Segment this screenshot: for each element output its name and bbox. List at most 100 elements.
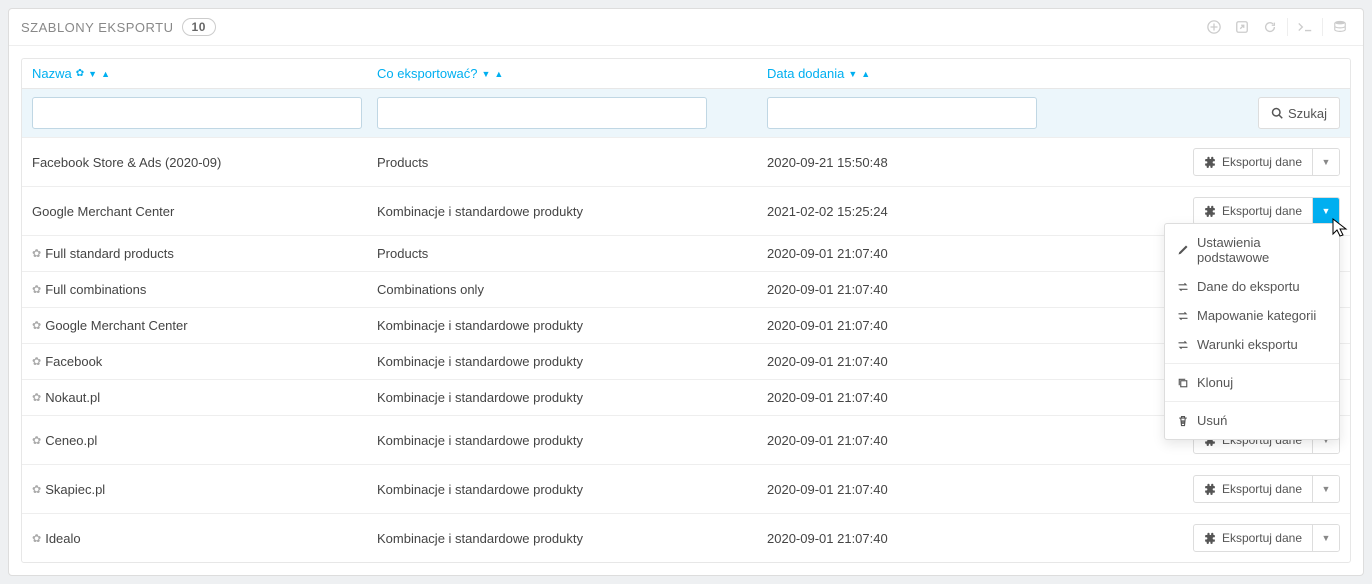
cell-date: 2020-09-01 21:07:40 [767, 390, 1127, 405]
export-button[interactable]: Eksportuj dane [1194, 476, 1313, 502]
cell-date: 2021-02-02 15:25:24 [767, 204, 1127, 219]
cell-date: 2020-09-01 21:07:40 [767, 433, 1127, 448]
cell-date: 2020-09-01 21:07:40 [767, 246, 1127, 261]
column-name-label: Nazwa [32, 66, 72, 81]
menu-item-label: Klonuj [1197, 375, 1233, 390]
export-button[interactable]: Eksportuj dane [1194, 525, 1313, 551]
filter-row: Szukaj [22, 88, 1350, 137]
export-button[interactable]: Eksportuj dane [1194, 149, 1313, 175]
column-header-date[interactable]: Data dodania ▼ ▲ [767, 66, 1127, 81]
filter-date-input[interactable] [767, 97, 1037, 129]
gear-icon: ✿ [76, 68, 84, 79]
system-gear-icon: ✿ [32, 434, 41, 447]
system-gear-icon: ✿ [32, 483, 41, 496]
cell-name: ✿Idealo [32, 531, 377, 546]
column-header-action [1127, 66, 1340, 81]
search-button[interactable]: Szukaj [1258, 97, 1340, 129]
cell-name: ✿ Skapiec.pl [32, 482, 377, 497]
row-name-text: Ceneo.pl [45, 433, 97, 448]
refresh-icon[interactable] [1259, 17, 1281, 37]
cell-what: Kombinacje i standardowe produkty [377, 318, 767, 333]
caret-down-icon: ▼ [88, 69, 97, 79]
table-row[interactable]: Facebook Store & Ads (2020-09)Products20… [22, 137, 1350, 186]
table-row[interactable]: ✿FacebookKombinacje i standardowe produk… [22, 343, 1350, 379]
external-link-icon[interactable] [1231, 17, 1253, 37]
menu-basic-settings[interactable]: Ustawienia podstawowe [1165, 228, 1339, 272]
menu-item-label: Usuń [1197, 413, 1227, 428]
export-button-label: Eksportuj dane [1222, 531, 1302, 545]
table-row[interactable]: ✿Full standard productsProducts2020-09-0… [22, 235, 1350, 271]
menu-item-label: Warunki eksportu [1197, 337, 1298, 352]
row-name-text: Skapiec.pl [45, 482, 105, 497]
panel-title-text: SZABLONY EKSPORTU [21, 20, 174, 35]
cell-action: Eksportuj dane ▼ [1127, 197, 1340, 225]
plus-icon[interactable] [1203, 17, 1225, 37]
dropdown-toggle[interactable]: ▼ [1313, 525, 1339, 551]
table-row[interactable]: ✿Nokaut.plKombinacje i standardowe produ… [22, 379, 1350, 415]
cell-date: 2020-09-01 21:07:40 [767, 482, 1127, 497]
dropdown-toggle[interactable]: ▼ [1313, 476, 1339, 502]
export-button-label: Eksportuj dane [1222, 155, 1302, 169]
column-header-what[interactable]: Co eksportować? ▼ ▲ [377, 66, 767, 81]
system-gear-icon: ✿ [32, 319, 41, 332]
menu-item-label: Ustawienia podstawowe [1197, 235, 1327, 265]
menu-item-icon [1177, 310, 1189, 322]
filter-what-input[interactable] [377, 97, 707, 129]
export-button-group: Eksportuj dane ▼ [1193, 475, 1340, 503]
export-button[interactable]: Eksportuj dane [1194, 198, 1313, 224]
database-icon[interactable] [1329, 17, 1351, 37]
terminal-icon[interactable] [1294, 17, 1316, 37]
row-name-text: Full standard products [45, 246, 174, 261]
cell-what: Kombinacje i standardowe produkty [377, 354, 767, 369]
column-header-name[interactable]: Nazwa ✿ ▼ ▲ [32, 66, 377, 81]
caret-up-icon: ▲ [861, 69, 870, 79]
table-row[interactable]: ✿Skapiec.plKombinacje i standardowe prod… [22, 464, 1350, 513]
row-name-text: Full combinations [45, 282, 146, 297]
search-button-label: Szukaj [1288, 106, 1327, 121]
export-button-group: Eksportuj dane ▼ [1193, 197, 1340, 225]
cell-what: Products [377, 246, 767, 261]
cursor-icon [1330, 217, 1348, 239]
dropdown-toggle[interactable]: ▼ [1313, 149, 1339, 175]
menu-item-icon [1177, 244, 1189, 256]
export-button-group: Eksportuj dane ▼ [1193, 148, 1340, 176]
caret-down-icon: ▼ [1322, 533, 1331, 543]
panel-title: SZABLONY EKSPORTU 10 [21, 18, 216, 36]
menu-item-icon [1177, 339, 1189, 351]
panel-header: SZABLONY EKSPORTU 10 [9, 9, 1363, 46]
caret-down-icon: ▼ [848, 69, 857, 79]
menu-clone[interactable]: Klonuj [1165, 368, 1339, 397]
table-row[interactable]: ✿IdealoKombinacje i standardowe produkty… [22, 513, 1350, 562]
puzzle-icon [1204, 156, 1216, 168]
menu-category-mapping[interactable]: Mapowanie kategorii [1165, 301, 1339, 330]
table-row[interactable]: Google Merchant CenterKombinacje i stand… [22, 186, 1350, 235]
cell-action: Eksportuj dane ▼ [1127, 148, 1340, 176]
caret-down-icon: ▼ [1322, 206, 1331, 216]
table-row[interactable]: ✿Full combinationsCombinations only2020-… [22, 271, 1350, 307]
menu-export-data[interactable]: Dane do eksportu [1165, 272, 1339, 301]
export-button-label: Eksportuj dane [1222, 204, 1302, 218]
cell-name: ✿Nokaut.pl [32, 390, 377, 405]
table-row[interactable]: ✿ Google Merchant Center Kombinacje i stan… [22, 307, 1350, 343]
row-name-text: Idealo [45, 531, 80, 546]
menu-item-label: Dane do eksportu [1197, 279, 1300, 294]
count-badge: 10 [182, 18, 216, 36]
cell-name: ✿ Google Merchant Center [32, 318, 377, 333]
search-icon [1271, 107, 1283, 119]
menu-export-conditions[interactable]: Warunki eksportu [1165, 330, 1339, 359]
menu-delete[interactable]: Usuń [1165, 406, 1339, 435]
cell-what: Kombinacje i standardowe produkty [377, 531, 767, 546]
system-gear-icon: ✿ [32, 355, 41, 368]
cell-date: 2020-09-01 21:07:40 [767, 282, 1127, 297]
filter-name-input[interactable] [32, 97, 362, 129]
cell-action: Eksportuj dane ▼ [1127, 475, 1340, 503]
table-row[interactable]: ✿Ceneo.plKombinacje i standardowe produk… [22, 415, 1350, 464]
cell-name: ✿Facebook [32, 354, 377, 369]
row-name-text: Google Merchant Center [45, 318, 187, 333]
caret-down-icon: ▼ [1322, 484, 1331, 494]
system-gear-icon: ✿ [32, 283, 41, 296]
cell-name: Google Merchant Center [32, 204, 377, 219]
row-name-text: Nokaut.pl [45, 390, 100, 405]
rows-container: Facebook Store & Ads (2020-09)Products20… [22, 137, 1350, 562]
export-button-label: Eksportuj dane [1222, 482, 1302, 496]
